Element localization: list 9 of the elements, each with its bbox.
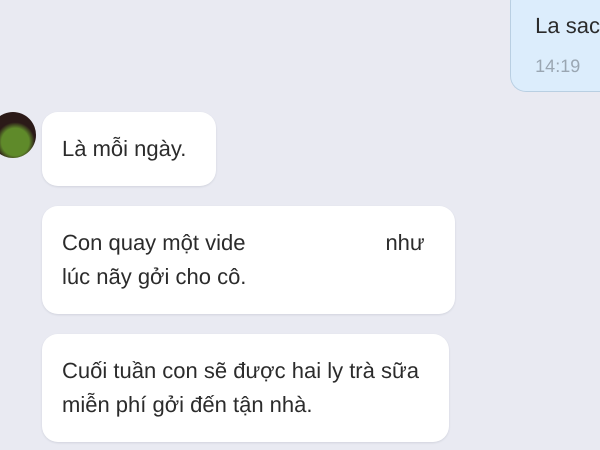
message-text: miễn phí gởi đến tận nhà. (62, 391, 312, 419)
message-time: 14:19 (535, 55, 582, 78)
message-text: Cuối tuần con sẽ được hai ly trà sữa (62, 357, 419, 385)
message-text: Con quay một vide (62, 229, 246, 257)
message-text: như (385, 229, 425, 257)
avatar[interactable] (0, 112, 36, 158)
message-text: La sac (535, 12, 600, 40)
message-text: lúc nãy gởi cho cô. (62, 263, 246, 291)
message-text: Là mỗi ngày. (62, 135, 186, 163)
